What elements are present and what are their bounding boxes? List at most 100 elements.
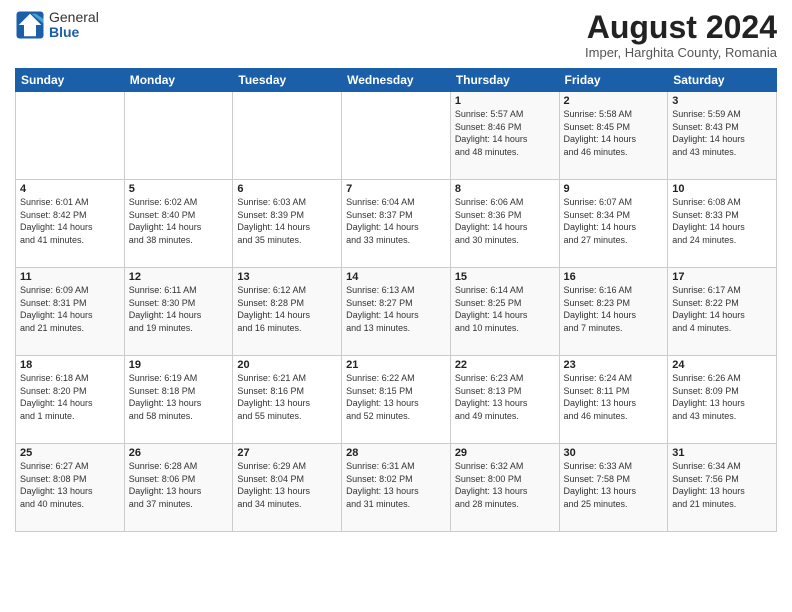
title-section: August 2024 Imper, Harghita County, Roma… <box>585 10 777 60</box>
cell-4-0: 25Sunrise: 6:27 AM Sunset: 8:08 PM Dayli… <box>16 444 125 532</box>
cell-0-3 <box>342 92 451 180</box>
cell-3-0: 18Sunrise: 6:18 AM Sunset: 8:20 PM Dayli… <box>16 356 125 444</box>
day-info: Sunrise: 6:12 AM Sunset: 8:28 PM Dayligh… <box>237 284 337 334</box>
cell-0-2 <box>233 92 342 180</box>
col-thursday: Thursday <box>450 69 559 92</box>
day-info: Sunrise: 6:14 AM Sunset: 8:25 PM Dayligh… <box>455 284 555 334</box>
cell-2-0: 11Sunrise: 6:09 AM Sunset: 8:31 PM Dayli… <box>16 268 125 356</box>
day-number: 15 <box>455 271 555 283</box>
day-number: 22 <box>455 359 555 371</box>
cell-2-1: 12Sunrise: 6:11 AM Sunset: 8:30 PM Dayli… <box>124 268 233 356</box>
day-info: Sunrise: 6:01 AM Sunset: 8:42 PM Dayligh… <box>20 196 120 246</box>
cell-1-6: 10Sunrise: 6:08 AM Sunset: 8:33 PM Dayli… <box>668 180 777 268</box>
day-info: Sunrise: 6:28 AM Sunset: 8:06 PM Dayligh… <box>129 460 229 510</box>
cell-4-1: 26Sunrise: 6:28 AM Sunset: 8:06 PM Dayli… <box>124 444 233 532</box>
cell-4-6: 31Sunrise: 6:34 AM Sunset: 7:56 PM Dayli… <box>668 444 777 532</box>
cell-3-3: 21Sunrise: 6:22 AM Sunset: 8:15 PM Dayli… <box>342 356 451 444</box>
cell-1-5: 9Sunrise: 6:07 AM Sunset: 8:34 PM Daylig… <box>559 180 668 268</box>
cell-4-4: 29Sunrise: 6:32 AM Sunset: 8:00 PM Dayli… <box>450 444 559 532</box>
day-number: 8 <box>455 183 555 195</box>
calendar-header: Sunday Monday Tuesday Wednesday Thursday… <box>16 69 777 92</box>
day-number: 29 <box>455 447 555 459</box>
cell-3-5: 23Sunrise: 6:24 AM Sunset: 8:11 PM Dayli… <box>559 356 668 444</box>
logo-blue: Blue <box>49 25 99 40</box>
day-info: Sunrise: 6:34 AM Sunset: 7:56 PM Dayligh… <box>672 460 772 510</box>
day-number: 27 <box>237 447 337 459</box>
day-info: Sunrise: 6:31 AM Sunset: 8:02 PM Dayligh… <box>346 460 446 510</box>
header-row: Sunday Monday Tuesday Wednesday Thursday… <box>16 69 777 92</box>
day-info: Sunrise: 6:02 AM Sunset: 8:40 PM Dayligh… <box>129 196 229 246</box>
day-info: Sunrise: 6:08 AM Sunset: 8:33 PM Dayligh… <box>672 196 772 246</box>
page: General Blue August 2024 Imper, Harghita… <box>0 0 792 612</box>
day-info: Sunrise: 6:07 AM Sunset: 8:34 PM Dayligh… <box>564 196 664 246</box>
day-number: 2 <box>564 95 664 107</box>
col-sunday: Sunday <box>16 69 125 92</box>
day-number: 24 <box>672 359 772 371</box>
cell-2-6: 17Sunrise: 6:17 AM Sunset: 8:22 PM Dayli… <box>668 268 777 356</box>
day-info: Sunrise: 6:24 AM Sunset: 8:11 PM Dayligh… <box>564 372 664 422</box>
cell-3-6: 24Sunrise: 6:26 AM Sunset: 8:09 PM Dayli… <box>668 356 777 444</box>
day-number: 25 <box>20 447 120 459</box>
cell-3-1: 19Sunrise: 6:19 AM Sunset: 8:18 PM Dayli… <box>124 356 233 444</box>
logo-text: General Blue <box>49 10 99 41</box>
cell-2-3: 14Sunrise: 6:13 AM Sunset: 8:27 PM Dayli… <box>342 268 451 356</box>
calendar-body: 1Sunrise: 5:57 AM Sunset: 8:46 PM Daylig… <box>16 92 777 532</box>
day-number: 26 <box>129 447 229 459</box>
cell-2-2: 13Sunrise: 6:12 AM Sunset: 8:28 PM Dayli… <box>233 268 342 356</box>
day-info: Sunrise: 5:58 AM Sunset: 8:45 PM Dayligh… <box>564 108 664 158</box>
day-info: Sunrise: 6:04 AM Sunset: 8:37 PM Dayligh… <box>346 196 446 246</box>
cell-0-4: 1Sunrise: 5:57 AM Sunset: 8:46 PM Daylig… <box>450 92 559 180</box>
cell-4-2: 27Sunrise: 6:29 AM Sunset: 8:04 PM Dayli… <box>233 444 342 532</box>
day-number: 9 <box>564 183 664 195</box>
day-info: Sunrise: 6:21 AM Sunset: 8:16 PM Dayligh… <box>237 372 337 422</box>
day-number: 18 <box>20 359 120 371</box>
location: Imper, Harghita County, Romania <box>585 45 777 60</box>
day-info: Sunrise: 5:57 AM Sunset: 8:46 PM Dayligh… <box>455 108 555 158</box>
week-row-4: 18Sunrise: 6:18 AM Sunset: 8:20 PM Dayli… <box>16 356 777 444</box>
day-number: 1 <box>455 95 555 107</box>
cell-4-3: 28Sunrise: 6:31 AM Sunset: 8:02 PM Dayli… <box>342 444 451 532</box>
day-info: Sunrise: 6:19 AM Sunset: 8:18 PM Dayligh… <box>129 372 229 422</box>
day-info: Sunrise: 6:03 AM Sunset: 8:39 PM Dayligh… <box>237 196 337 246</box>
week-row-3: 11Sunrise: 6:09 AM Sunset: 8:31 PM Dayli… <box>16 268 777 356</box>
day-info: Sunrise: 6:13 AM Sunset: 8:27 PM Dayligh… <box>346 284 446 334</box>
day-number: 13 <box>237 271 337 283</box>
cell-3-2: 20Sunrise: 6:21 AM Sunset: 8:16 PM Dayli… <box>233 356 342 444</box>
cell-3-4: 22Sunrise: 6:23 AM Sunset: 8:13 PM Dayli… <box>450 356 559 444</box>
day-info: Sunrise: 6:27 AM Sunset: 8:08 PM Dayligh… <box>20 460 120 510</box>
day-number: 5 <box>129 183 229 195</box>
cell-0-1 <box>124 92 233 180</box>
day-number: 23 <box>564 359 664 371</box>
day-info: Sunrise: 6:06 AM Sunset: 8:36 PM Dayligh… <box>455 196 555 246</box>
cell-4-5: 30Sunrise: 6:33 AM Sunset: 7:58 PM Dayli… <box>559 444 668 532</box>
cell-1-0: 4Sunrise: 6:01 AM Sunset: 8:42 PM Daylig… <box>16 180 125 268</box>
day-number: 17 <box>672 271 772 283</box>
day-number: 14 <box>346 271 446 283</box>
week-row-2: 4Sunrise: 6:01 AM Sunset: 8:42 PM Daylig… <box>16 180 777 268</box>
day-info: Sunrise: 6:09 AM Sunset: 8:31 PM Dayligh… <box>20 284 120 334</box>
day-number: 12 <box>129 271 229 283</box>
col-monday: Monday <box>124 69 233 92</box>
day-number: 11 <box>20 271 120 283</box>
cell-1-4: 8Sunrise: 6:06 AM Sunset: 8:36 PM Daylig… <box>450 180 559 268</box>
col-wednesday: Wednesday <box>342 69 451 92</box>
day-info: Sunrise: 6:32 AM Sunset: 8:00 PM Dayligh… <box>455 460 555 510</box>
header: General Blue August 2024 Imper, Harghita… <box>15 10 777 60</box>
logo: General Blue <box>15 10 99 41</box>
day-info: Sunrise: 6:23 AM Sunset: 8:13 PM Dayligh… <box>455 372 555 422</box>
month-title: August 2024 <box>585 10 777 45</box>
day-info: Sunrise: 6:29 AM Sunset: 8:04 PM Dayligh… <box>237 460 337 510</box>
day-number: 21 <box>346 359 446 371</box>
day-number: 3 <box>672 95 772 107</box>
col-tuesday: Tuesday <box>233 69 342 92</box>
cell-0-0 <box>16 92 125 180</box>
cell-2-5: 16Sunrise: 6:16 AM Sunset: 8:23 PM Dayli… <box>559 268 668 356</box>
day-info: Sunrise: 6:11 AM Sunset: 8:30 PM Dayligh… <box>129 284 229 334</box>
cell-0-5: 2Sunrise: 5:58 AM Sunset: 8:45 PM Daylig… <box>559 92 668 180</box>
cell-1-3: 7Sunrise: 6:04 AM Sunset: 8:37 PM Daylig… <box>342 180 451 268</box>
day-number: 20 <box>237 359 337 371</box>
day-info: Sunrise: 6:16 AM Sunset: 8:23 PM Dayligh… <box>564 284 664 334</box>
col-saturday: Saturday <box>668 69 777 92</box>
day-info: Sunrise: 5:59 AM Sunset: 8:43 PM Dayligh… <box>672 108 772 158</box>
day-info: Sunrise: 6:26 AM Sunset: 8:09 PM Dayligh… <box>672 372 772 422</box>
